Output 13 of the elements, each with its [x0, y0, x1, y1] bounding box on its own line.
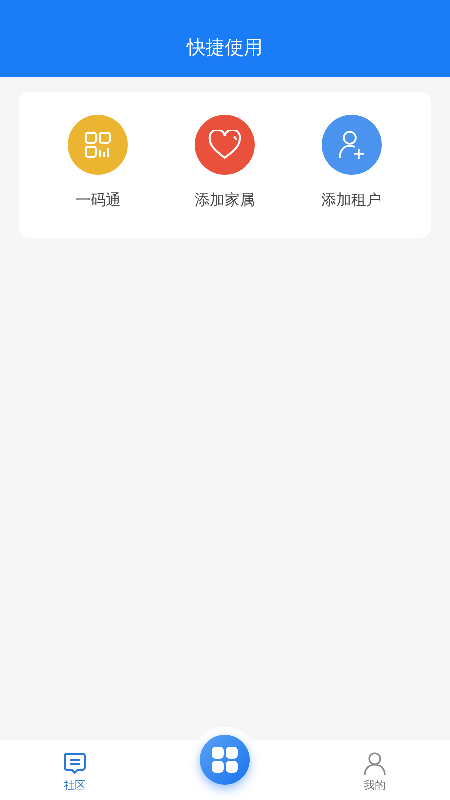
shortcut-label[interactable]: 一码通 — [76, 191, 121, 210]
qr-code-icon — [84, 131, 112, 159]
heart-icon — [208, 130, 242, 160]
add-user-icon — [336, 130, 367, 160]
tab-item[interactable]: 社区 — [0, 740, 150, 800]
shortcut-label[interactable]: 添加家属 — [194, 191, 255, 210]
message-icon — [63, 752, 87, 776]
tab-item[interactable]: 我的 — [300, 740, 450, 800]
apps-button[interactable] — [200, 735, 250, 785]
grid-icon — [212, 747, 238, 773]
header-title: 快捷使用 — [187, 36, 263, 61]
shortcut-label[interactable]: 添加租户 — [322, 191, 382, 210]
user-icon — [364, 752, 386, 776]
